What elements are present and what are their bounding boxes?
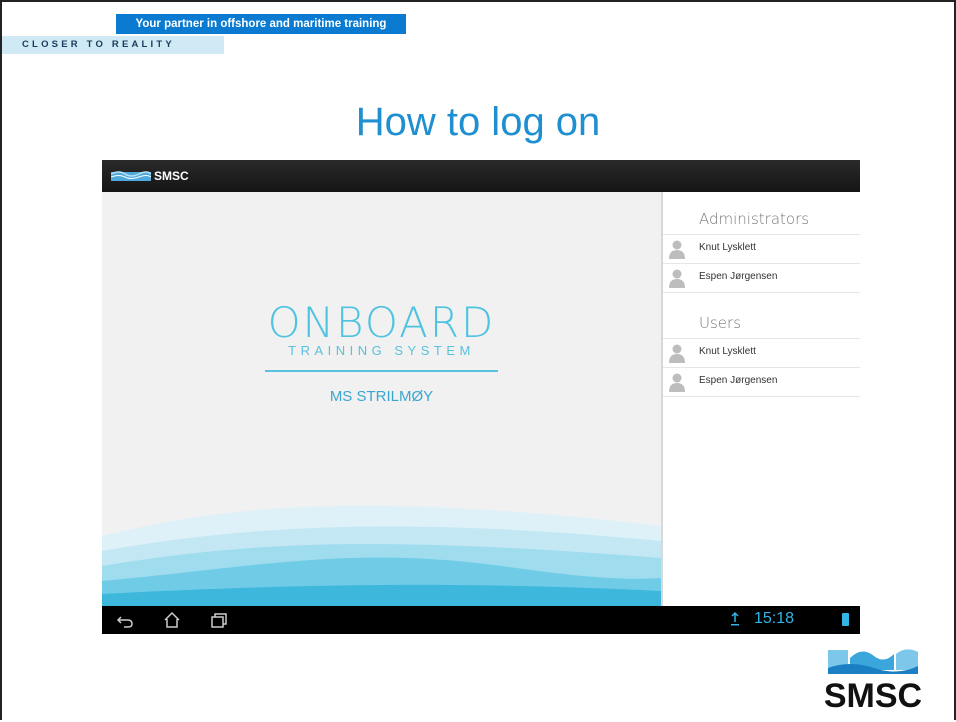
tagline-banner: CLOSER TO REALITY (2, 36, 224, 54)
app-logo-icon[interactable] (111, 169, 151, 183)
action-bar: SMSC (102, 160, 860, 192)
user-sidebar: Administrators Knut Lysklett Espen Jørge… (661, 192, 860, 606)
partner-banner: Your partner in offshore and maritime tr… (116, 14, 406, 34)
user-avatar-icon (669, 344, 685, 363)
splash-title: ONBOARD (267, 298, 496, 347)
user-list-item[interactable]: Espen Jørgensen (663, 263, 860, 293)
user-list-item[interactable]: Knut Lysklett (663, 234, 860, 263)
back-icon[interactable] (116, 610, 136, 630)
svg-text:SMSC: SMSC (824, 677, 922, 714)
battery-icon (842, 613, 849, 626)
upload-icon (731, 611, 739, 626)
splash-panel: ONBOARD TRAINING SYSTEM MS STRILMØY (102, 192, 661, 606)
slide-title: How to log on (355, 100, 601, 144)
section-header-users: Users (699, 314, 742, 332)
home-icon[interactable] (162, 610, 182, 630)
status-clock: 15:18 (754, 610, 795, 627)
user-avatar-icon (669, 269, 685, 288)
user-avatar-icon (669, 240, 685, 259)
wave-decoration (102, 505, 661, 606)
app-name: SMSC (154, 169, 189, 183)
user-avatar-icon (669, 373, 685, 392)
user-list-item[interactable]: Espen Jørgensen (663, 367, 860, 397)
vessel-name: MS STRILMØY (329, 388, 434, 405)
recent-apps-icon[interactable] (208, 610, 228, 630)
smsc-logo: SMSC (824, 649, 922, 714)
splash-divider (265, 370, 498, 372)
user-name: Knut Lysklett (699, 242, 756, 253)
user-name: Espen Jørgensen (699, 375, 778, 386)
section-header-administrators: Administrators (699, 210, 810, 228)
user-name: Espen Jørgensen (699, 271, 778, 282)
system-navigation-bar: 15:18 (102, 606, 860, 634)
tablet-screenshot: SMSC ONBOARD TRAINING SYSTEM MS STRILMØY… (102, 160, 860, 634)
splash-subtitle: TRAINING SYSTEM (288, 343, 475, 358)
user-list-item[interactable]: Knut Lysklett (663, 338, 860, 367)
user-name: Knut Lysklett (699, 346, 756, 357)
